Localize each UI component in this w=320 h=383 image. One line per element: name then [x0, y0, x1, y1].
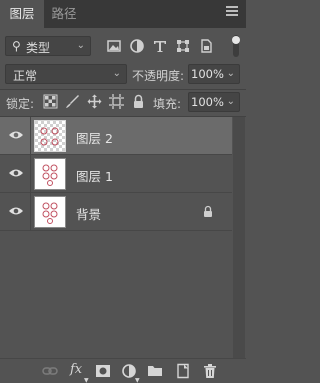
panel-menu-icon[interactable]: [226, 6, 240, 20]
layer-row[interactable]: 图层 2: [0, 117, 232, 155]
layer-style-icon[interactable]: fx: [70, 362, 82, 377]
lock-label: 锁定:: [6, 97, 35, 111]
lock-position-icon[interactable]: [87, 94, 102, 109]
tab-paths[interactable]: 路径: [44, 0, 84, 28]
tab-bar: 图层 路径: [0, 0, 246, 28]
layer-thumbnail: [34, 158, 66, 190]
layers-panel: 图层 路径 ⚲ 类型 ⌄ 正常 ⌄ 不透明度: 100% ⌄ 锁定: 填充: 1…: [0, 0, 246, 383]
adjustment-filter-icon[interactable]: [129, 38, 145, 54]
divider: [0, 89, 246, 90]
chevron-down-icon: ⌄: [226, 96, 235, 107]
lock-icon: [202, 205, 214, 218]
type-filter-icon[interactable]: [152, 38, 168, 54]
eye-icon[interactable]: [8, 205, 24, 217]
layer-mask-icon[interactable]: [95, 363, 111, 379]
layer-row[interactable]: 背景: [0, 193, 232, 231]
group-folder-icon[interactable]: [147, 363, 163, 379]
layers-scrollbar[interactable]: [233, 117, 245, 358]
layer-thumbnail: [34, 196, 66, 228]
bottom-toolbar: fx ▼ ▼: [0, 358, 246, 383]
image-filter-icon[interactable]: [106, 38, 122, 54]
row-divider: [30, 155, 31, 193]
chevron-down-icon: ⌄: [226, 68, 235, 79]
layers-list: 图层 2 图层 1 背景: [0, 117, 232, 231]
eye-icon[interactable]: [8, 167, 24, 179]
fill-value: 100%: [191, 95, 224, 109]
tab-layers[interactable]: 图层: [0, 0, 44, 28]
shape-filter-icon[interactable]: [175, 38, 191, 54]
blend-mode-value: 正常: [13, 69, 38, 83]
filter-toggle-switch[interactable]: [231, 35, 241, 57]
link-layers-icon[interactable]: [42, 363, 58, 379]
chevron-down-icon: ⌄: [76, 40, 85, 51]
lock-artboard-icon[interactable]: [109, 94, 124, 109]
layer-name[interactable]: 图层 1: [76, 166, 113, 185]
fill-label: 填充:: [153, 97, 182, 111]
search-icon: ⚲: [12, 39, 21, 53]
dropdown-arrow-icon: ▼: [84, 377, 89, 383]
layer-thumbnail: [34, 120, 66, 152]
fill-field[interactable]: 100% ⌄: [188, 92, 240, 112]
lock-transparent-pixels-icon[interactable]: [43, 94, 58, 109]
blend-mode-select[interactable]: 正常 ⌄: [5, 64, 127, 84]
smart-object-filter-icon[interactable]: [198, 38, 214, 54]
layer-row[interactable]: 图层 1: [0, 155, 232, 193]
trash-icon[interactable]: [202, 363, 218, 379]
layer-name[interactable]: 背景: [76, 204, 101, 223]
opacity-field[interactable]: 100% ⌄: [188, 64, 240, 84]
opacity-label: 不透明度:: [132, 69, 185, 83]
lock-image-pixels-icon[interactable]: [65, 94, 80, 109]
row-divider: [30, 193, 31, 231]
layer-filter-select[interactable]: ⚲ 类型 ⌄: [5, 36, 91, 56]
lock-all-icon[interactable]: [131, 94, 146, 109]
chevron-down-icon: ⌄: [112, 68, 121, 79]
new-layer-icon[interactable]: [175, 363, 191, 379]
opacity-value: 100%: [191, 67, 224, 81]
dropdown-arrow-icon: ▼: [135, 377, 140, 383]
layer-filter-label: 类型: [26, 41, 51, 55]
row-divider: [30, 117, 31, 155]
layer-name[interactable]: 图层 2: [76, 128, 113, 147]
eye-icon[interactable]: [8, 129, 24, 141]
